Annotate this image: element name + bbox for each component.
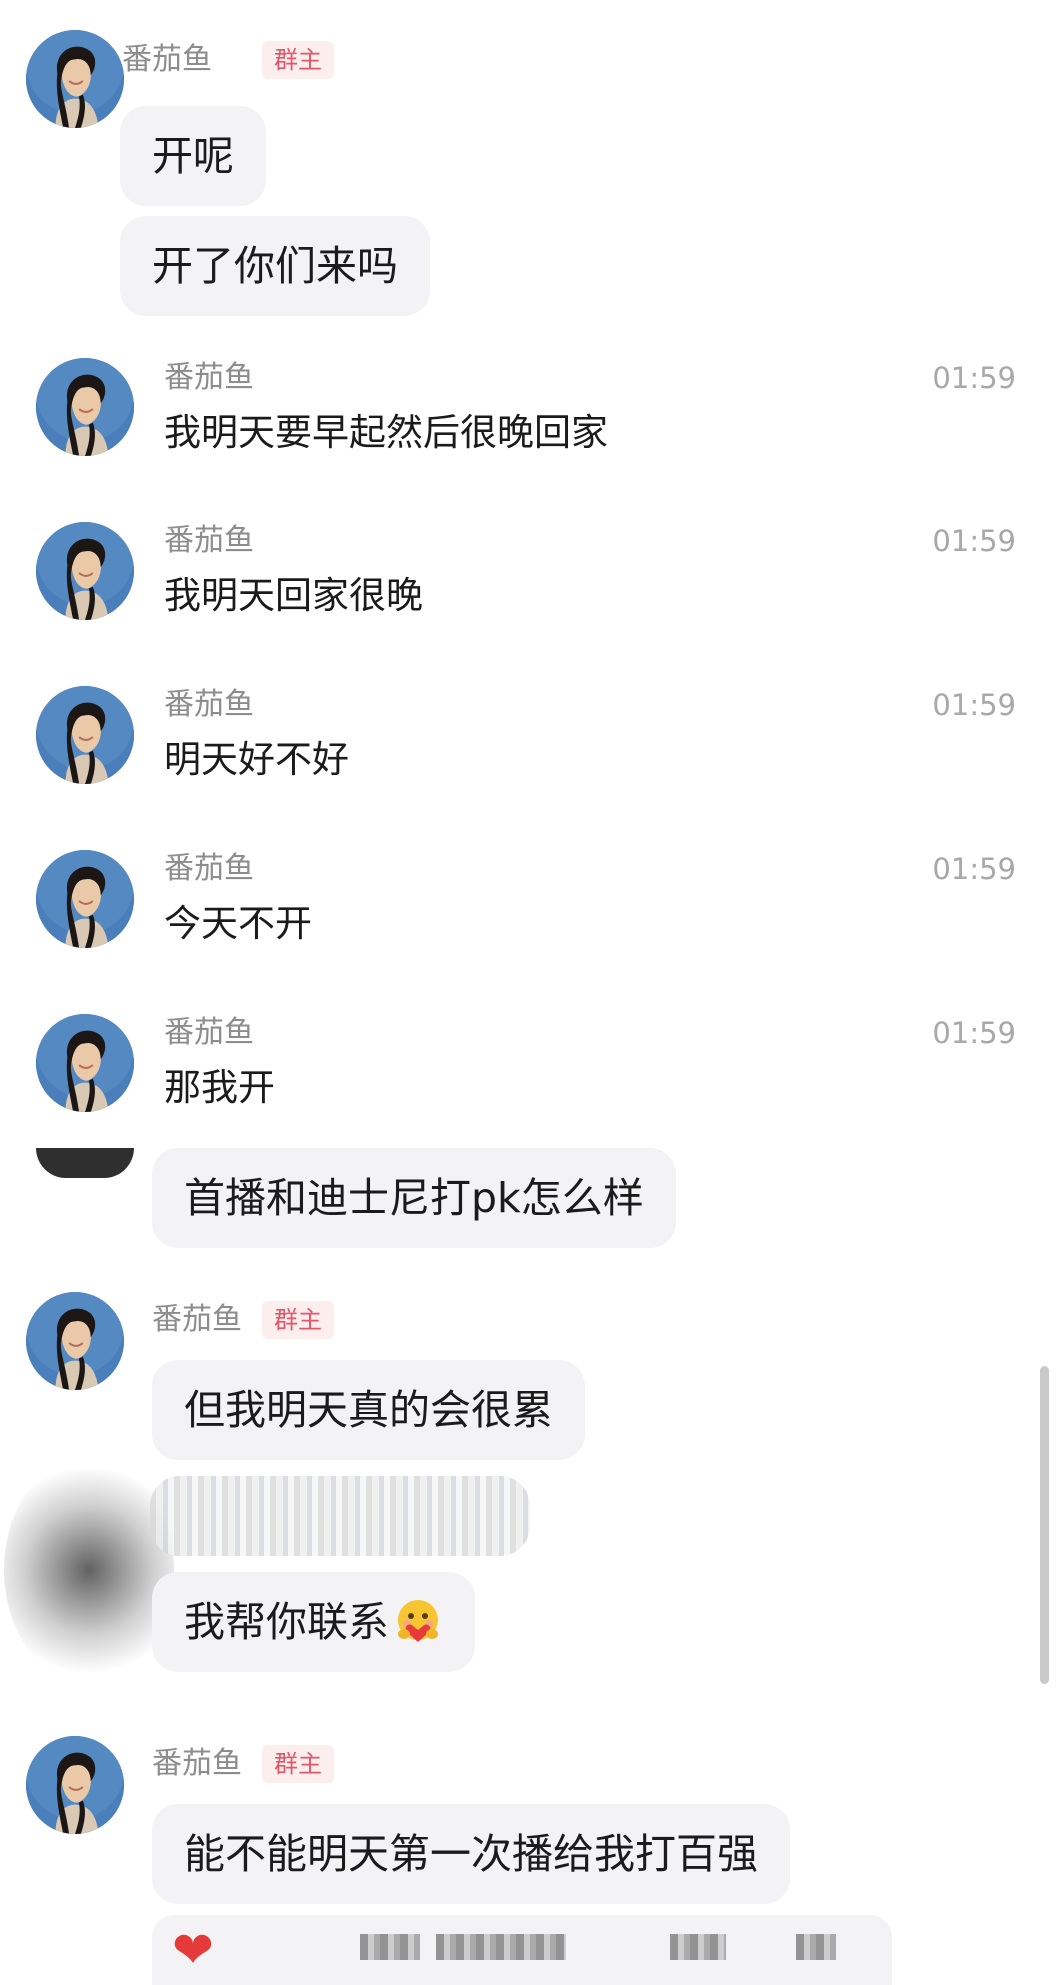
group-owner-badge: 群主 [262, 41, 334, 79]
sender-name: 番茄鱼 [122, 42, 212, 77]
blurred-avatar [4, 1455, 174, 1685]
avatar-photo [36, 1014, 134, 1112]
message-text: 我帮你联系 [184, 1598, 389, 1646]
avatar[interactable] [26, 30, 124, 128]
sender-name: 番茄鱼 [164, 360, 254, 395]
avatar[interactable] [26, 1292, 124, 1390]
red-heart-icon[interactable]: ❤ [172, 1920, 214, 1980]
avatar-photo [26, 1736, 124, 1834]
message-time: 01:59 [932, 688, 1016, 722]
sender-name: 番茄鱼 [152, 1746, 242, 1781]
avatar[interactable] [36, 522, 134, 620]
message-time: 01:59 [932, 1016, 1016, 1050]
scrollbar[interactable] [1040, 1366, 1049, 1684]
message-bubble[interactable]: 开了你们来吗 [120, 216, 430, 316]
message-bubble[interactable]: 我帮你联系 [152, 1572, 475, 1672]
sender-name: 番茄鱼 [164, 851, 254, 886]
avatar-photo [26, 1292, 124, 1390]
group-owner-badge: 群主 [262, 1745, 334, 1783]
message-time: 01:59 [932, 361, 1016, 395]
avatar-photo [36, 522, 134, 620]
message-text[interactable]: 我明天回家很晚 [164, 573, 423, 619]
avatar[interactable] [36, 358, 134, 456]
message-text[interactable]: 我明天要早起然后很晚回家 [164, 410, 608, 456]
blurred-text [670, 1934, 726, 1960]
avatar[interactable] [36, 1014, 134, 1112]
message-text[interactable]: 那我开 [164, 1065, 275, 1111]
avatar[interactable] [36, 850, 134, 948]
message-bubble[interactable]: 能不能明天第一次播给我打百强 [152, 1804, 790, 1904]
avatar-photo [36, 850, 134, 948]
sender-name: 番茄鱼 [164, 523, 254, 558]
message-text[interactable]: 明天好不好 [164, 737, 349, 783]
avatar-photo [36, 686, 134, 784]
message-bubble[interactable]: 但我明天真的会很累 [152, 1360, 585, 1460]
avatar-photo [26, 30, 124, 128]
blurred-text [360, 1934, 420, 1960]
avatar-photo [36, 358, 134, 456]
sender-name: 番茄鱼 [152, 1302, 242, 1337]
blurred-text [796, 1934, 836, 1960]
message-bubble[interactable]: 开呢 [120, 106, 266, 206]
avatar[interactable] [36, 686, 134, 784]
message-time: 01:59 [932, 852, 1016, 886]
avatar-partial[interactable] [36, 1148, 134, 1178]
message-time: 01:59 [932, 524, 1016, 558]
blurred-text [436, 1934, 566, 1960]
message-text[interactable]: 今天不开 [164, 901, 312, 947]
message-bubble[interactable]: 首播和迪士尼打pk怎么样 [152, 1148, 676, 1248]
avatar[interactable] [26, 1736, 124, 1834]
hugging-heart-emoji-icon [398, 1600, 438, 1642]
blurred-name [150, 1476, 530, 1556]
group-owner-badge: 群主 [262, 1301, 334, 1339]
sender-name: 番茄鱼 [164, 1015, 254, 1050]
sender-name: 番茄鱼 [164, 687, 254, 722]
